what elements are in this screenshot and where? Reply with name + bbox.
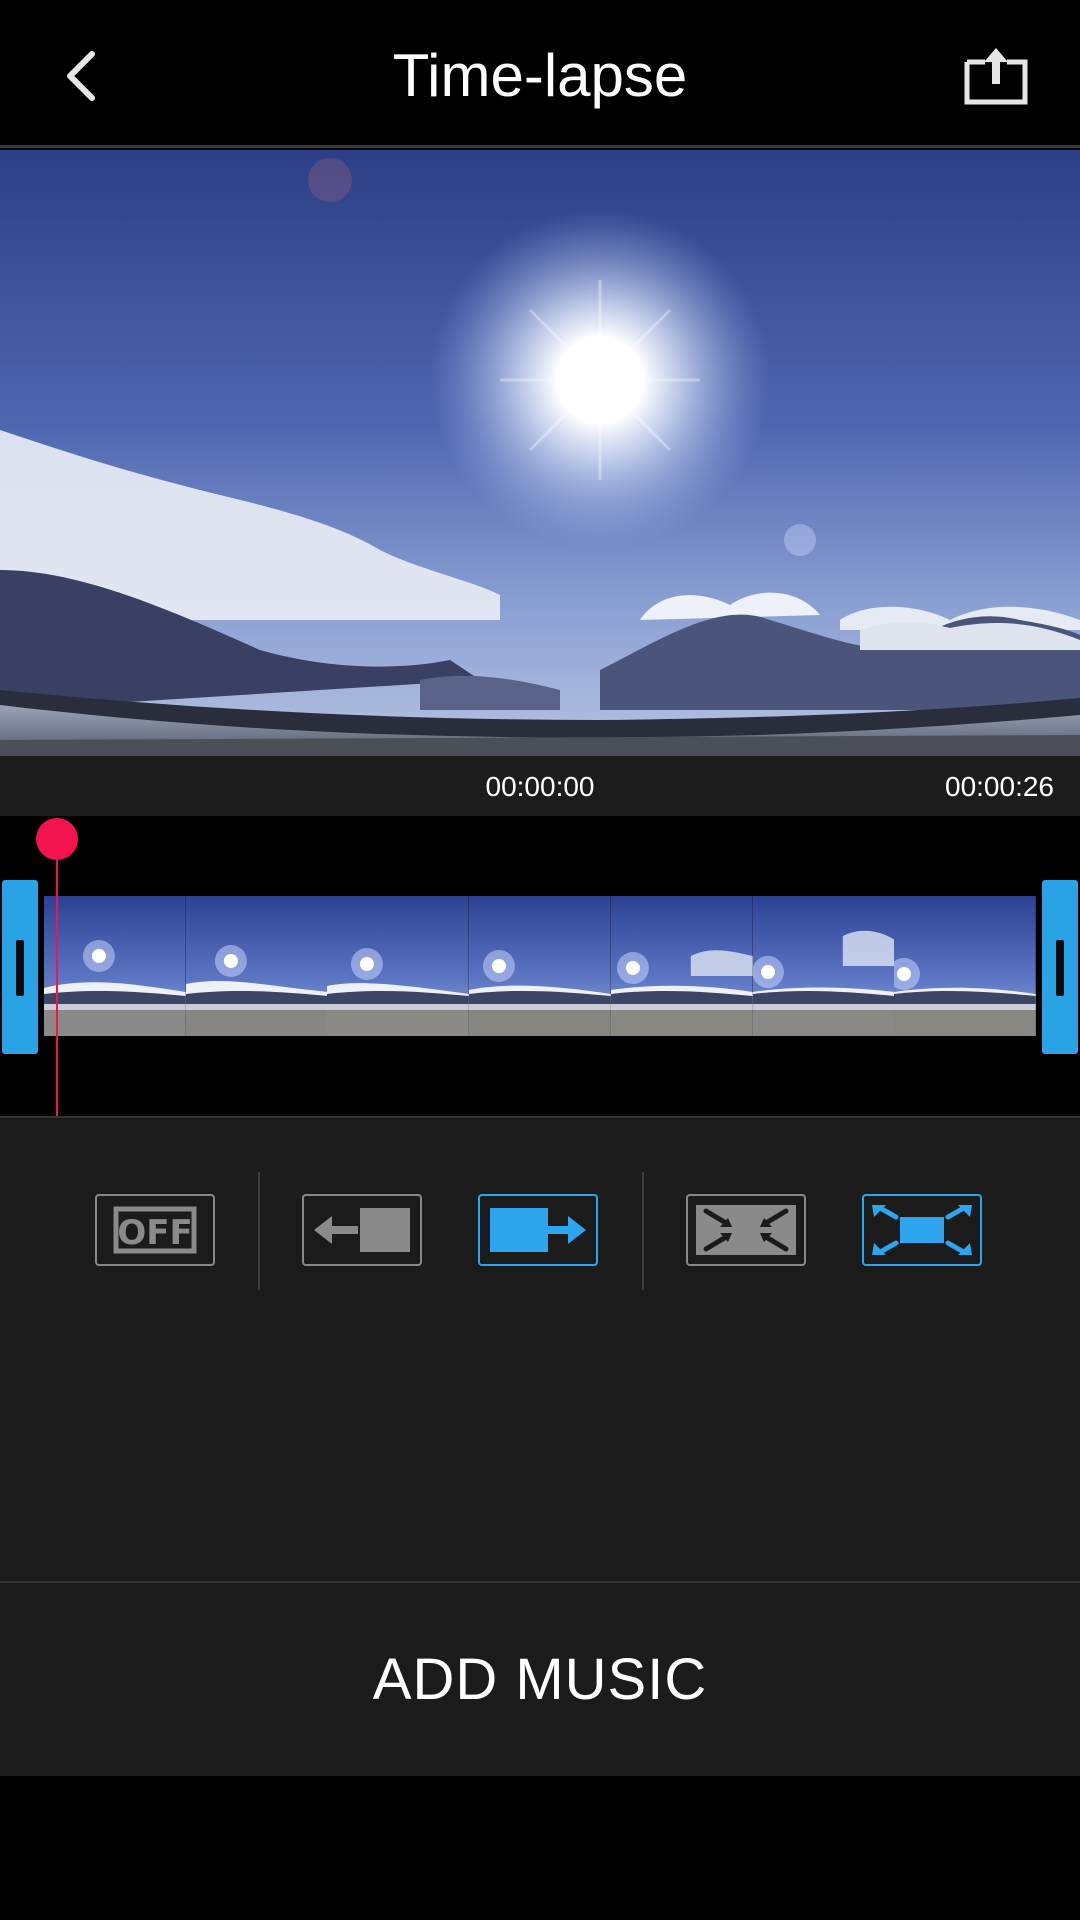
- effect-pan-left-button[interactable]: [302, 1194, 422, 1266]
- trim-start-handle[interactable]: [2, 880, 38, 1054]
- effect-zoom-in-button[interactable]: [686, 1194, 806, 1266]
- divider: [258, 1172, 260, 1290]
- filmstrip-frame: [610, 896, 753, 1036]
- slide-right-icon: [490, 1208, 586, 1252]
- add-music-button[interactable]: ADD MUSIC: [0, 1583, 1080, 1776]
- filmstrip-frame: [894, 896, 1037, 1036]
- effect-toolbar: OFF: [0, 1118, 1080, 1583]
- slide-left-icon: [314, 1208, 410, 1252]
- total-duration: 00:00:26: [945, 771, 1054, 802]
- bottom-spacer: [0, 1776, 1080, 1920]
- landscape-preview-image: [0, 150, 1080, 756]
- trim-end-handle[interactable]: [1042, 880, 1078, 1054]
- time-readout-bar: 00:00:00 00:00:26: [0, 756, 1080, 816]
- effect-off-button[interactable]: OFF: [95, 1194, 215, 1266]
- svg-text:OFF: OFF: [117, 1213, 192, 1253]
- page-title: Time-lapse: [392, 42, 688, 109]
- filmstrip-frame: [469, 896, 611, 1036]
- zoom-out-icon: [872, 1205, 972, 1255]
- filmstrip-frame: [327, 896, 470, 1036]
- effect-pan-right-button[interactable]: [478, 1194, 598, 1266]
- current-time: 00:00:00: [485, 771, 595, 802]
- top-bar: Time-lapse: [0, 0, 1080, 148]
- grip-icon: [16, 940, 24, 996]
- divider: [642, 1172, 644, 1290]
- effect-zoom-out-button[interactable]: [862, 1194, 982, 1266]
- timelapse-editor: Time-lapse 00:00:00 00:00:26 OFF ADD MUS…: [0, 0, 1080, 1920]
- filmstrip-frame: [44, 896, 186, 1036]
- timeline-editor[interactable]: [0, 816, 1080, 1118]
- off-icon: OFF: [113, 1206, 197, 1254]
- zoom-in-icon: [696, 1205, 796, 1255]
- share-button[interactable]: [952, 32, 1040, 120]
- video-preview[interactable]: [0, 150, 1080, 756]
- filmstrip[interactable]: [44, 896, 1037, 1036]
- playhead-line: [56, 838, 58, 1116]
- grip-icon: [1056, 940, 1064, 996]
- share-upload-icon: [964, 48, 1028, 105]
- filmstrip-frame: [185, 896, 328, 1036]
- filmstrip-frame: [752, 896, 895, 1036]
- playhead-knob[interactable]: [36, 818, 78, 860]
